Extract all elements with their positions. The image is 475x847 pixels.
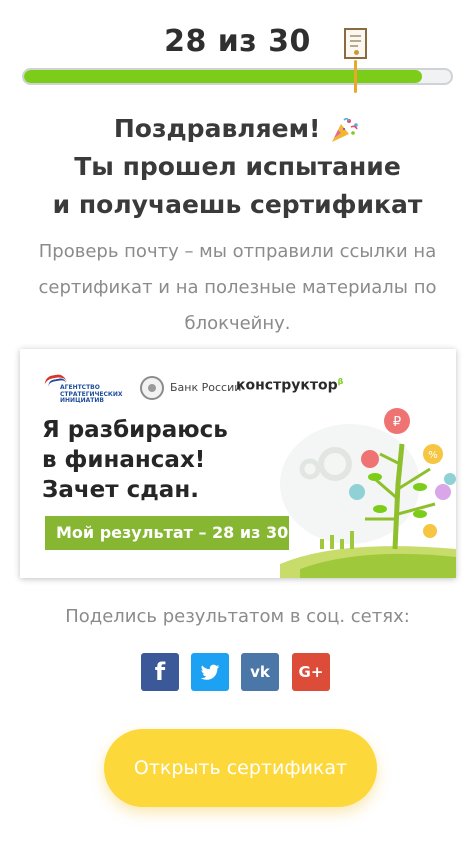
progress-marker (354, 60, 357, 93)
ruble-sign: ₽ (393, 415, 401, 430)
share-label: Поделись результатом в соц. сетях: (65, 606, 410, 627)
asi-logo-text: АГЕНТСТВО СТРАТЕГИЧЕСКИХ ИНИЦИАТИВ (60, 384, 123, 404)
vk-share-button[interactable]: vk (241, 653, 279, 691)
congrats-heading: Поздравляем! Ты прошел испытание и получ… (0, 110, 475, 224)
facebook-icon: f (154, 658, 166, 686)
certificate-icon (344, 28, 367, 59)
money-tree-illustration: ₽ % (280, 408, 456, 578)
score-counter: 28 из 30 (164, 24, 311, 59)
banner-title-line-2: в финансах! (42, 447, 206, 473)
twitter-share-button[interactable] (191, 653, 229, 691)
bank-logo-text: Банк России (170, 381, 242, 394)
banner-title: Я разбираюсь в финансах! Зачет сдан. (42, 415, 282, 505)
banner-result: Мой результат – 28 из 30 (45, 516, 289, 550)
twitter-icon (200, 664, 220, 680)
bank-emblem-icon (140, 376, 164, 400)
banner-title-line-1: Я разбираюсь (42, 417, 228, 443)
headline-line-1: Поздравляем! (113, 114, 321, 143)
headline-line-2: Ты прошел испытание (74, 152, 401, 181)
open-certificate-button[interactable]: Открыть сертификат (104, 729, 377, 807)
percent-sign: % (428, 450, 438, 461)
asi-logo: АГЕНТСТВО СТРАТЕГИЧЕСКИХ ИНИЦИАТИВ (40, 373, 122, 405)
banner-title-line-3: Зачет сдан. (42, 477, 199, 503)
vk-icon: vk (250, 663, 270, 681)
email-notice: Проверь почту – мы отправили ссылки на с… (38, 241, 437, 334)
social-share-buttons: f vk G+ (0, 653, 475, 691)
headline-line-3: и получаешь сертификат (52, 190, 423, 219)
progress-bar (22, 68, 453, 85)
google-plus-icon: G+ (298, 663, 324, 681)
facebook-share-button[interactable]: f (141, 653, 179, 691)
party-popper-icon (332, 117, 358, 142)
certificate-banner: АГЕНТСТВО СТРАТЕГИЧЕСКИХ ИНИЦИАТИВ Банк … (20, 349, 456, 578)
konstruktor-beta-mark: β (337, 377, 344, 386)
google-plus-share-button[interactable]: G+ (292, 653, 330, 691)
progress-fill (24, 70, 423, 83)
